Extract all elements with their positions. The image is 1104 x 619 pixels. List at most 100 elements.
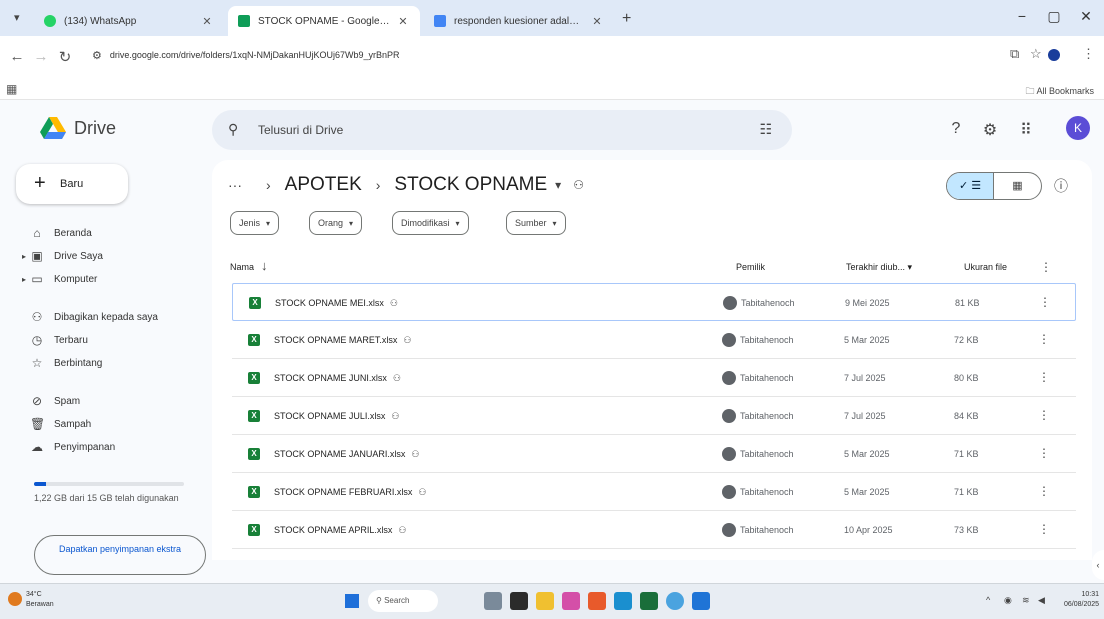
filter-people-chip[interactable]: Orang ▾ — [309, 211, 363, 235]
avatar[interactable]: K — [1066, 116, 1090, 140]
help-icon[interactable]: ? — [946, 120, 966, 138]
file-row[interactable]: X STOCK OPNAME MEI.xlsx ⚇ Tabitahenoch 9 Mei… — [232, 283, 1076, 321]
column-header-modified[interactable]: Terakhir diub... ▾ — [846, 262, 912, 273]
google-apps-icon[interactable]: ⠿ — [1016, 120, 1036, 140]
address-bar[interactable]: ⚙ drive.google.com/drive/folders/1xqN-NM… — [92, 45, 399, 65]
file-name[interactable]: STOCK OPNAME JANUARI.xlsx ⚇ — [274, 449, 419, 460]
file-row[interactable]: X STOCK OPNAME JUNI.xlsx ⚇ Tabitahenoch 7 Ju… — [232, 359, 1076, 397]
more-actions-icon[interactable]: ⋮ — [1039, 295, 1051, 309]
volume-icon[interactable]: ◀ — [1038, 595, 1045, 606]
column-header-size[interactable]: Ukuran file — [964, 262, 1007, 272]
chrome-browser-icon[interactable] — [666, 592, 684, 610]
forward-icon[interactable]: → — [32, 48, 50, 65]
minimize-icon[interactable]: − — [1012, 8, 1032, 24]
sidebar-item-storage[interactable]: ☁ Penyimpanan — [30, 439, 115, 455]
search-options-icon[interactable]: ☷ — [759, 121, 772, 138]
file-row[interactable]: X STOCK OPNAME JULI.xlsx ⚇ Tabitahenoch 7 Ju… — [232, 397, 1076, 435]
taskbar-search[interactable]: ⚲ Search — [368, 590, 438, 612]
task-view-icon[interactable] — [510, 592, 528, 610]
more-actions-icon[interactable]: ⋮ — [1038, 446, 1050, 460]
more-actions-icon[interactable]: ⋮ — [1038, 332, 1050, 346]
all-bookmarks-button[interactable]: 🗀 All Bookmarks — [1025, 84, 1094, 100]
outlook-app-icon[interactable] — [692, 592, 710, 610]
more-actions-icon[interactable]: ⋮ — [1038, 522, 1050, 536]
file-row[interactable]: X STOCK OPNAME APRIL.xlsx ⚇ Tabitahenoch 10 … — [232, 511, 1076, 549]
tab-stock-opname[interactable]: STOCK OPNAME - Google Dri... ✕ — [228, 6, 420, 36]
caret-right-icon[interactable]: ▸ — [22, 275, 26, 284]
tray-overflow-icon[interactable]: ^ — [986, 595, 990, 605]
column-header-name[interactable]: Nama — [230, 262, 254, 272]
sidebar-item-starred[interactable]: ☆ Berbintang — [30, 355, 103, 371]
search-input[interactable]: Telusuri di Drive — [258, 123, 343, 137]
file-name[interactable]: STOCK OPNAME MEI.xlsx ⚇ — [275, 298, 398, 309]
caret-right-icon[interactable]: ▸ — [22, 252, 26, 261]
filter-modified-chip[interactable]: Dimodifikasi ▾ — [392, 211, 469, 235]
sidebar-item-computers[interactable]: ▸ ▭ Komputer — [22, 271, 97, 287]
edge-browser-icon[interactable] — [614, 592, 632, 610]
office-app-icon[interactable] — [588, 592, 606, 610]
excel-app-icon[interactable] — [640, 592, 658, 610]
photos-app-icon[interactable] — [562, 592, 580, 610]
file-name[interactable]: STOCK OPNAME MARET.xlsx ⚇ — [274, 335, 411, 346]
tab-whatsapp[interactable]: (134) WhatsApp ✕ — [34, 6, 224, 36]
close-icon[interactable]: ✕ — [200, 15, 214, 28]
copilot-app-icon[interactable] — [484, 592, 502, 610]
file-name[interactable]: STOCK OPNAME FEBRUARI.xlsx ⚇ — [274, 487, 426, 498]
network-icon[interactable]: ◉ — [1004, 595, 1012, 606]
filter-type-chip[interactable]: Jenis ▾ — [230, 211, 280, 235]
more-actions-icon[interactable]: ⋮ — [1038, 484, 1050, 498]
extensions-icon[interactable]: ⧉ — [1010, 46, 1019, 62]
window-close-icon[interactable]: ✕ — [1076, 8, 1096, 25]
apps-icon[interactable]: ▦ — [6, 82, 17, 96]
sidebar-item-trash[interactable]: 🗑 Sampah — [30, 416, 91, 432]
new-button[interactable]: + Baru — [16, 164, 128, 204]
info-icon[interactable]: ⓘ — [1054, 176, 1068, 196]
side-panel-toggle-icon[interactable]: ‹ — [1092, 550, 1104, 580]
breadcrumb-current[interactable]: STOCK OPNAME — [394, 174, 547, 196]
close-icon[interactable]: ✕ — [396, 15, 410, 28]
settings-gear-icon[interactable]: ⚙ — [980, 120, 1000, 140]
system-clock[interactable]: 10:31 06/08/2025 — [1064, 590, 1099, 610]
tab-search-icon[interactable]: ▾ — [14, 11, 30, 25]
grid-view-button[interactable]: ▦ — [994, 173, 1041, 199]
file-name[interactable]: STOCK OPNAME JULI.xlsx ⚇ — [274, 411, 399, 422]
file-row[interactable]: X STOCK OPNAME MARET.xlsx ⚇ Tabitahenoch 5 M… — [232, 321, 1076, 359]
bookmark-star-icon[interactable]: ☆ — [1030, 46, 1042, 62]
column-header-owner[interactable]: Pemilik — [736, 262, 765, 272]
close-icon[interactable]: ✕ — [590, 15, 604, 28]
sidebar-item-home[interactable]: ⌂ Beranda — [30, 225, 91, 241]
weather-widget[interactable]: 34°C Berawan — [26, 590, 54, 610]
reload-icon[interactable]: ↻ — [56, 48, 74, 66]
more-actions-icon[interactable]: ⋮ — [1038, 370, 1050, 384]
breadcrumb-more-icon[interactable]: ··· — [228, 177, 242, 193]
site-info-icon[interactable]: ⚙ — [92, 49, 102, 62]
sidebar-item-shared[interactable]: ⚇ Dibagikan kepada saya — [30, 309, 158, 325]
get-more-storage-button[interactable]: Dapatkan penyimpanan ekstra — [34, 535, 206, 575]
column-options-icon[interactable]: ⋮ — [1040, 260, 1052, 274]
file-row[interactable]: X STOCK OPNAME JANUARI.xlsx ⚇ Tabitahenoch 5… — [232, 435, 1076, 473]
search-bar[interactable]: ⚲ Telusuri di Drive ☷ — [212, 110, 792, 150]
tab-forms[interactable]: responden kuesioner adalah ... ✕ — [424, 6, 614, 36]
windows-start-icon[interactable] — [345, 594, 359, 608]
sort-arrow-icon[interactable]: ↓ — [261, 258, 268, 273]
drive-logo-icon[interactable] — [40, 117, 66, 139]
caret-down-icon[interactable]: ▾ — [555, 178, 561, 192]
sidebar-item-recent[interactable]: ◷ Terbaru — [30, 332, 88, 348]
wifi-icon[interactable]: ≋ — [1022, 595, 1030, 606]
file-name[interactable]: STOCK OPNAME APRIL.xlsx ⚇ — [274, 525, 406, 536]
filter-source-chip[interactable]: Sumber ▾ — [506, 211, 566, 235]
file-row[interactable]: X STOCK OPNAME FEBRUARI.xlsx ⚇ Tabitahenoch… — [232, 473, 1076, 511]
more-actions-icon[interactable]: ⋮ — [1038, 408, 1050, 422]
sidebar-item-spam[interactable]: ⊘ Spam — [30, 393, 80, 409]
file-explorer-icon[interactable] — [536, 592, 554, 610]
file-name[interactable]: STOCK OPNAME JUNI.xlsx ⚇ — [274, 373, 401, 384]
weather-icon[interactable] — [8, 592, 22, 606]
search-icon[interactable]: ⚲ — [228, 121, 238, 138]
maximize-icon[interactable]: ▢ — [1044, 8, 1064, 25]
back-icon[interactable]: ← — [8, 48, 26, 65]
new-tab-icon[interactable]: + — [622, 10, 631, 28]
sidebar-item-my-drive[interactable]: ▸ ▣ Drive Saya — [22, 248, 103, 264]
browser-profile-icon[interactable] — [1048, 49, 1060, 61]
breadcrumb-parent[interactable]: APOTEK — [285, 174, 362, 196]
view-toggle[interactable]: ✓ ☰ ▦ — [946, 172, 1042, 200]
